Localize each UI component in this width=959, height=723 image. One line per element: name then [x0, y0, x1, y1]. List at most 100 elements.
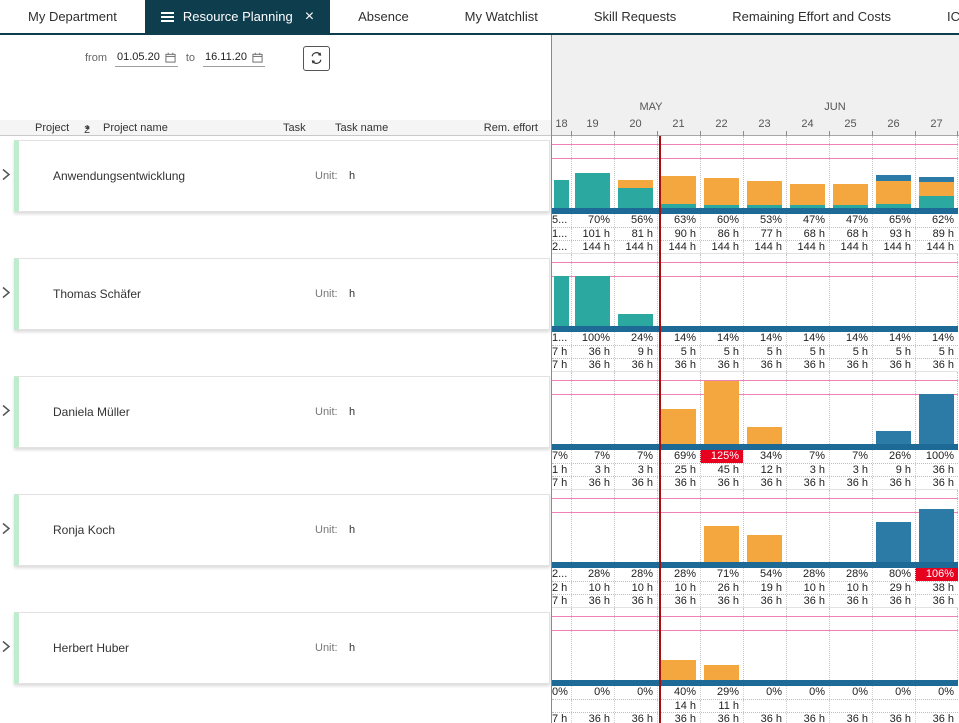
col-task-name[interactable]: Task name [335, 122, 388, 134]
refresh-button[interactable] [303, 46, 330, 71]
capacity-cell: 36 h [571, 595, 614, 607]
capacity-cell: 36 h [872, 477, 915, 489]
unit-label: Unit: [315, 642, 338, 654]
capacity-limit-line [552, 616, 958, 617]
gridline [614, 608, 615, 680]
expand-chevron[interactable] [1, 404, 11, 421]
bar-segment [919, 394, 954, 444]
tab-skill-requests[interactable]: Skill Requests [566, 0, 704, 33]
hours-cell: 7 h [552, 346, 571, 358]
table-header: Project 2▲ Project name Task Task name R… [0, 120, 551, 136]
capacity-cell: 36 h [786, 359, 829, 371]
bar-segment [919, 196, 954, 208]
col-rem-effort[interactable]: Rem. effort [484, 122, 538, 134]
gridline [571, 490, 572, 562]
capacity-cell: 144 h [786, 241, 829, 253]
resource-card[interactable]: Ronja KochUnit:h [14, 494, 550, 566]
tab-remaining-effort-and-costs[interactable]: Remaining Effort and Costs [704, 0, 919, 33]
sort-asc-icon: ▲ [84, 124, 91, 131]
capacity-cell: 36 h [700, 713, 743, 723]
percent-cell: 47% [829, 214, 872, 227]
hours-cell: 25 h [657, 464, 700, 476]
hours-cell: 29 h [872, 582, 915, 594]
resource-row: Herbert HuberUnit:h [0, 612, 551, 684]
gridline [657, 136, 658, 208]
date-from-field[interactable]: 01.05.20 [115, 49, 178, 67]
bar-segment [704, 526, 739, 562]
values-row-hours: 1 h3 h3 h25 h45 h12 h3 h3 h9 h36 h [552, 463, 958, 476]
date-from-value[interactable]: 01.05.20 [117, 51, 160, 63]
bar-segment [919, 509, 954, 562]
bar-segment [747, 205, 782, 208]
resource-card[interactable]: Anwendungsentwicklung Unit: h [14, 140, 550, 212]
capacity-100-line [552, 630, 958, 631]
percent-cell: 0% [552, 686, 571, 699]
hours-cell [743, 700, 786, 712]
values-row-capacity: 2...144 h144 h144 h144 h144 h144 h144 h1… [552, 240, 958, 253]
tab-label: My Watchlist [465, 9, 538, 24]
gridline [915, 254, 916, 326]
resource-card[interactable]: Daniela MüllerUnit:h [14, 376, 550, 448]
close-icon[interactable]: × [305, 9, 314, 25]
tab-my-watchlist[interactable]: My Watchlist [437, 0, 566, 33]
resource-card[interactable]: Herbert HuberUnit:h [14, 612, 550, 684]
menu-icon[interactable] [161, 12, 174, 22]
hours-cell [829, 700, 872, 712]
utilization-bar [554, 276, 569, 326]
week-label: 24 [786, 118, 829, 134]
tab-absence[interactable]: Absence [330, 0, 437, 33]
unit-value: h [349, 170, 355, 182]
expand-chevron[interactable] [1, 168, 11, 185]
resource-row: Thomas SchäferUnit:h [0, 258, 551, 330]
percent-cell: 1... [552, 332, 571, 345]
values-row-percent: 0%0%0%40%29%0%0%0%0%0% [552, 686, 958, 699]
week-label: 20 [614, 118, 657, 134]
capacity-cell: 36 h [657, 477, 700, 489]
tab-label: Resource Planning [183, 9, 293, 24]
expand-chevron[interactable] [1, 522, 11, 539]
percent-cell: 125% [700, 450, 743, 463]
capacity-cell: 36 h [915, 477, 958, 489]
hours-cell: 3 h [786, 464, 829, 476]
hours-cell: 11 h [700, 700, 743, 712]
col-project[interactable]: Project [35, 122, 69, 134]
capacity-100-line [552, 394, 958, 395]
values-row-percent: 1...100%24%14%14%14%14%14%14%14% [552, 332, 958, 345]
col-task[interactable]: Task [283, 122, 306, 134]
bar-segment [876, 181, 911, 204]
percent-cell: 100% [915, 450, 958, 463]
capacity-cell: 36 h [571, 477, 614, 489]
expand-chevron[interactable] [1, 286, 11, 303]
tab-resource-planning[interactable]: Resource Planning × [145, 0, 330, 33]
expand-chevron[interactable] [1, 640, 11, 657]
calendar-icon[interactable] [252, 52, 263, 63]
percent-cell: 80% [872, 568, 915, 581]
tab-ica[interactable]: ICA [919, 0, 959, 33]
unit-label: Unit: [315, 170, 338, 182]
percent-cell: 7% [552, 450, 571, 463]
percent-cell: 14% [743, 332, 786, 345]
resource-name: Anwendungsentwicklung [53, 169, 185, 183]
gridline [915, 490, 916, 562]
capacity-cell: 7 h [552, 477, 571, 489]
percent-cell: 34% [743, 450, 786, 463]
resource-row: Daniela MüllerUnit:h [0, 376, 551, 448]
chart-panel: MAYJUN 18192021222324252627 5...70%56%63… [551, 35, 959, 723]
date-to-value[interactable]: 16.11.20 [205, 51, 247, 63]
values-row-capacity: 7 h36 h36 h36 h36 h36 h36 h36 h36 h36 h [552, 712, 958, 723]
unit-label: Unit: [315, 288, 338, 300]
date-to-field[interactable]: 16.11.20 [203, 49, 265, 67]
hours-cell: 81 h [614, 228, 657, 240]
col-project-name[interactable]: Project name [103, 122, 168, 134]
left-panel: from 01.05.20 to 16.11.20 Project 2▲ Pro… [0, 35, 551, 723]
unit-label: Unit: [315, 406, 338, 418]
utilization-bar [661, 660, 696, 680]
utilization-chart [552, 372, 958, 444]
tab-my-department[interactable]: My Department [0, 0, 145, 33]
percent-cell: 7% [571, 450, 614, 463]
bar-segment [618, 314, 653, 326]
gridline [872, 372, 873, 444]
capacity-limit-line [552, 380, 958, 381]
resource-card[interactable]: Thomas SchäferUnit:h [14, 258, 550, 330]
calendar-icon[interactable] [165, 52, 176, 63]
